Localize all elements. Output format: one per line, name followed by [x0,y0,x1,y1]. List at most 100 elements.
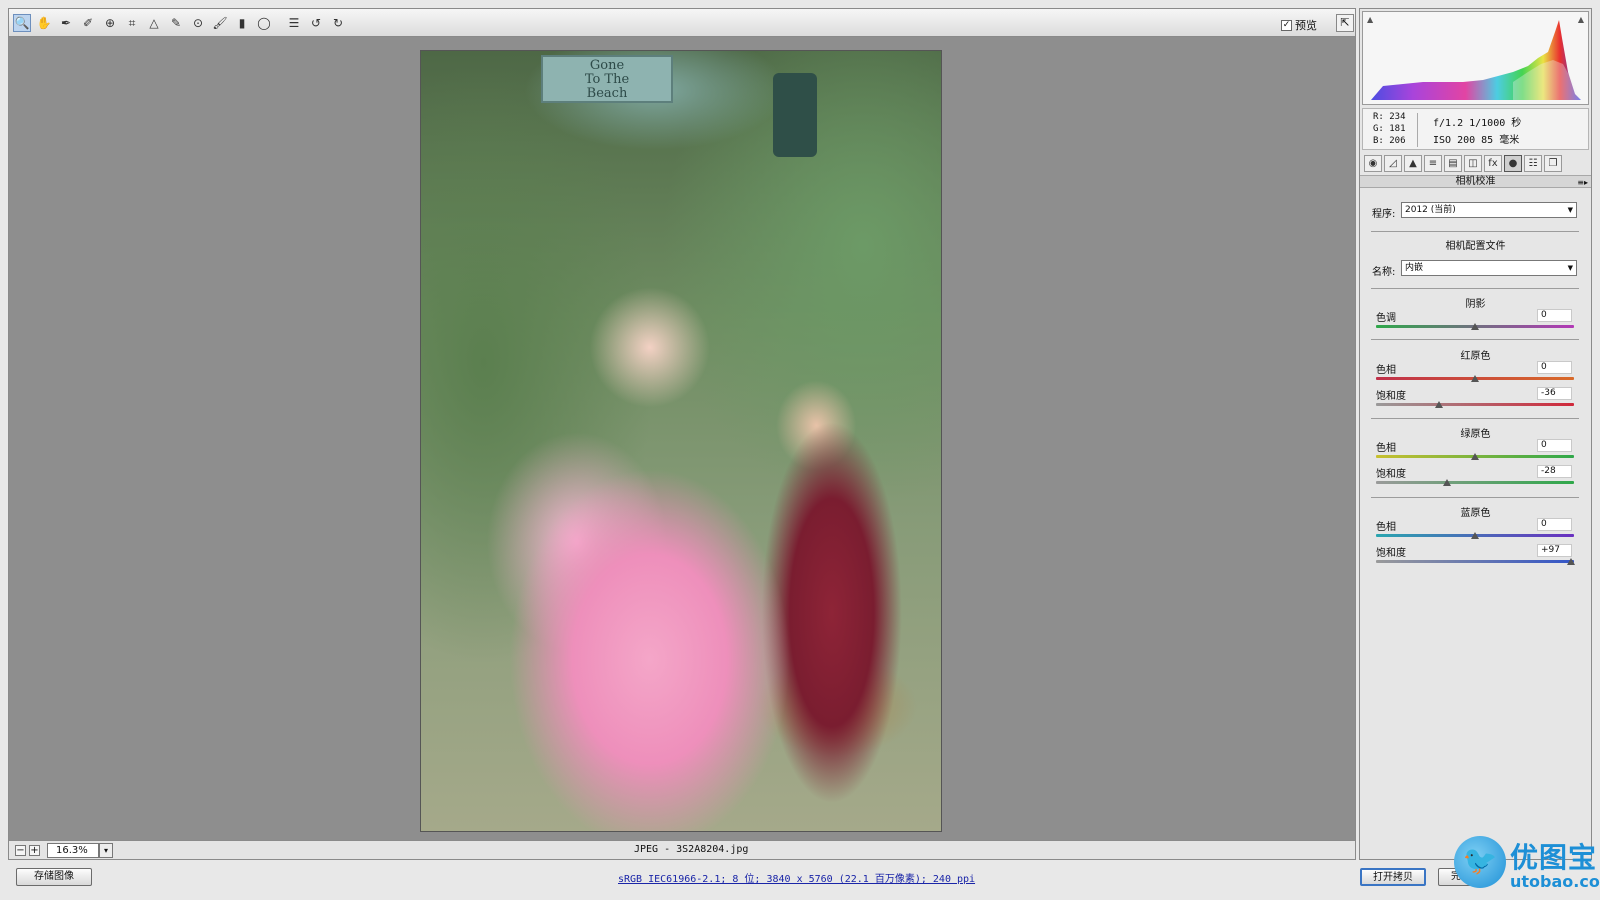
blue-primary-title: 蓝原色 [1460,508,1491,519]
process-version-select[interactable]: 2012 (当前) ▼ [1401,202,1577,218]
green-saturation-value[interactable]: -28 [1537,465,1572,478]
zoom-out-button[interactable]: − [15,845,26,856]
radial-filter-icon[interactable]: ◯ [255,14,273,32]
hand-tool-icon[interactable]: ✋ [35,14,53,32]
panel-tabs: ◉ ◿ ▲ ≡ ▤ ◫ fx ● ☷ ❐ [1362,154,1589,173]
spot-removal-tool-icon[interactable]: ✎ [167,14,185,32]
adjustment-brush-icon[interactable]: 🖌 [211,14,229,32]
watermark-cn-text: 优图宝 [1510,841,1598,874]
tab-snapshots[interactable]: ❐ [1544,155,1562,172]
sign-line-2: To The [584,72,630,87]
tab-presets[interactable]: ☷ [1524,155,1542,172]
red-saturation-slider[interactable] [1376,403,1574,406]
green-hue-value[interactable]: 0 [1537,439,1572,452]
red-saturation-value[interactable]: -36 [1537,387,1572,400]
red-hue-value[interactable]: 0 [1537,361,1572,374]
divider [1371,288,1579,289]
tab-detail[interactable]: ▲ [1404,155,1422,172]
blue-value: B: 206 [1373,136,1406,146]
tab-tone-curve[interactable]: ◿ [1384,155,1402,172]
sign-line-1: Gone [589,58,625,73]
image-preview-canvas[interactable]: Gone To The Beach [8,37,1356,840]
green-saturation-thumb[interactable] [1443,479,1452,486]
preview-toggle[interactable]: ✓ 预览 [1281,17,1317,33]
panel-section-title: 相机校准 ≡▸ [1360,175,1591,188]
divider [1371,339,1579,340]
green-hue-thumb[interactable] [1471,453,1479,460]
color-sampler-tool-icon[interactable]: ✐ [79,14,97,32]
preview-checkbox[interactable]: ✓ [1281,19,1292,31]
shadows-title: 阴影 [1465,299,1486,310]
toolbar: 🔍 ✋ ✒ ✐ ⊕ ⌗ △ ✎ ⊙ 🖌 ▮ ◯ ☰ ↺ ↻ ✓ 预览 ⇱ [8,8,1356,37]
process-label: 程序: [1372,209,1396,220]
red-hue-thumb[interactable] [1471,375,1479,382]
status-bar: − + 16.3% ▾ JPEG - 3S2A8204.jpg [8,840,1356,860]
blue-saturation-label: 饱和度 [1376,548,1406,559]
preview-label: 预览 [1295,19,1317,32]
zoom-in-button[interactable]: + [29,845,40,856]
preferences-icon[interactable]: ☰ [285,14,303,32]
blue-hue-thumb[interactable] [1471,532,1479,539]
bird-logo-icon: 🐦 [1454,836,1506,888]
tab-camera-calibration[interactable]: ● [1504,155,1522,172]
blue-hue-value[interactable]: 0 [1537,518,1572,531]
tab-lens-corrections[interactable]: ◫ [1464,155,1482,172]
fullscreen-toggle-icon[interactable]: ⇱ [1336,14,1354,32]
sign-line-3: Beach [586,86,628,101]
red-eye-removal-tool-icon[interactable]: ⊙ [189,14,207,32]
pixel-readout: R: 234 G: 181 B: 206 f/1.2 1/1000 秒 ISO … [1362,108,1589,150]
profile-name-label: 名称: [1372,267,1396,278]
shadows-tint-label: 色调 [1376,313,1396,324]
blue-hue-label: 色相 [1376,522,1396,533]
blue-saturation-value[interactable]: +97 [1537,544,1572,557]
panel-menu-icon[interactable]: ≡▸ [1577,177,1588,188]
red-primary-title: 红原色 [1460,351,1491,362]
divider [1371,418,1579,419]
file-name-label: JPEG - 3S2A8204.jpg [634,844,749,855]
zoom-tool-icon[interactable]: 🔍 [13,14,31,32]
red-hue-label: 色相 [1376,365,1396,376]
targeted-adjustment-tool-icon[interactable]: ⊕ [101,14,119,32]
utobao-watermark: 🐦 优图宝 utobao.com [1454,836,1600,900]
green-saturation-slider[interactable] [1376,481,1574,484]
aperture-shutter-info: f/1.2 1/1000 秒 [1433,118,1522,129]
blue-saturation-thumb[interactable] [1567,558,1576,565]
open-copy-button[interactable]: 打开拷贝 [1360,868,1426,886]
watermark-en-text: utobao.com [1510,872,1600,891]
shadow-clipping-warning-icon[interactable]: ▲ [1367,15,1373,24]
tab-split-toning[interactable]: ▤ [1444,155,1462,172]
tab-hsl[interactable]: ≡ [1424,155,1442,172]
rotate-right-icon[interactable]: ↻ [329,14,347,32]
rotate-left-icon[interactable]: ↺ [307,14,325,32]
shadows-tint-thumb[interactable] [1471,323,1479,330]
dropdown-arrow-icon: ▼ [1567,264,1573,272]
camera-raw-window: 🔍 ✋ ✒ ✐ ⊕ ⌗ △ ✎ ⊙ 🖌 ▮ ◯ ☰ ↺ ↻ ✓ 预览 ⇱ Gone To The Beach… [8,8,1600,900]
readout-divider [1417,113,1418,147]
tab-effects[interactable]: fx [1484,155,1502,172]
green-hue-label: 色相 [1376,443,1396,454]
crop-tool-icon[interactable]: ⌗ [123,14,141,32]
highlight-clipping-warning-icon[interactable]: ▲ [1578,15,1584,24]
zoom-dropdown-icon[interactable]: ▾ [99,843,113,858]
graduated-filter-icon[interactable]: ▮ [233,14,251,32]
gone-to-the-beach-sign: Gone To The Beach [541,55,673,103]
shadows-tint-value[interactable]: 0 [1537,309,1572,322]
green-value: G: 181 [1373,124,1406,134]
right-panel: ▲ ▲ R: 234 G: 181 B: 206 f/1.2 1/1000 秒 … [1359,8,1592,860]
red-saturation-thumb[interactable] [1435,401,1444,408]
camera-profile-title: 相机配置文件 [1445,241,1506,252]
workflow-options-link[interactable]: sRGB IEC61966-2.1; 8 位; 3840 x 5760 (22.… [618,870,975,885]
red-value: R: 234 [1373,112,1406,122]
save-image-button[interactable]: 存储图像 [16,868,92,886]
dropdown-arrow-icon: ▼ [1567,206,1573,214]
tab-basic[interactable]: ◉ [1364,155,1382,172]
straighten-tool-icon[interactable]: △ [145,14,163,32]
green-primary-title: 绿原色 [1460,429,1491,440]
blue-saturation-slider[interactable] [1376,560,1574,563]
white-balance-tool-icon[interactable]: ✒ [57,14,75,32]
zoom-level-field[interactable]: 16.3% [47,843,99,858]
bottom-bar: 存储图像 sRGB IEC61966-2.1; 8 位; 3840 x 5760… [8,860,1592,900]
iso-focal-length-info: ISO 200 85 毫米 [1433,135,1520,146]
wedding-photo: Gone To The Beach [420,50,942,832]
camera-profile-select[interactable]: 内嵌 ▼ [1401,260,1577,276]
